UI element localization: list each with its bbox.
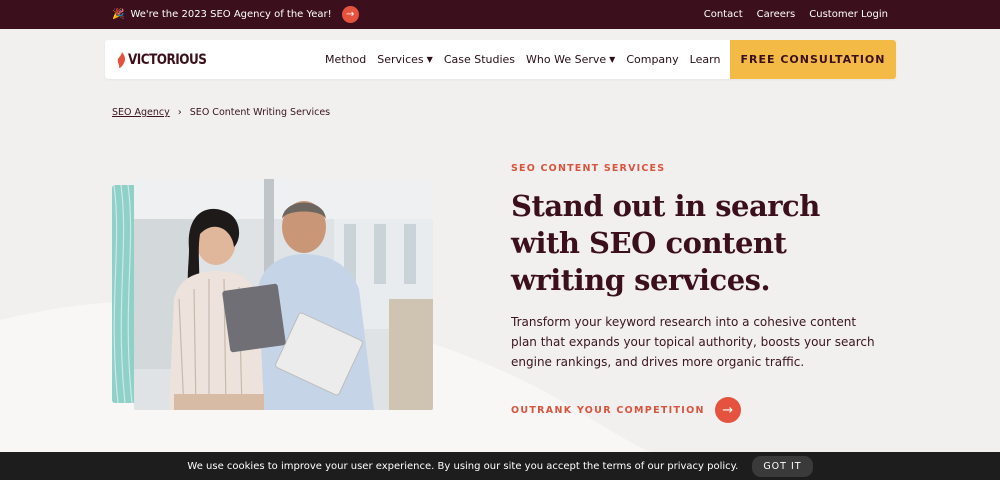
announcement[interactable]: 🎉 We're the 2023 SEO Agency of the Year!… xyxy=(112,0,359,29)
customer-login-link[interactable]: Customer Login xyxy=(809,9,888,20)
wave-pattern-icon xyxy=(113,185,133,403)
careers-link[interactable]: Careers xyxy=(757,9,796,20)
announcement-text[interactable]: We're the 2023 SEO Agency of the Year! xyxy=(130,9,331,20)
nav-item-case-studies[interactable]: Case Studies xyxy=(444,53,515,66)
announcement-bar: 🎉 We're the 2023 SEO Agency of the Year!… xyxy=(0,0,1000,29)
nav-item-label: Learn xyxy=(689,53,721,66)
flame-logo-icon xyxy=(117,51,126,68)
breadcrumb-current: SEO Content Writing Services xyxy=(189,107,331,118)
nav-item-label: Case Studies xyxy=(443,53,516,66)
breadcrumb-seo-agency-link[interactable]: SEO Agency xyxy=(112,107,170,118)
chevron-right-icon: › xyxy=(177,107,182,118)
nav-item-label: Services xyxy=(377,53,424,66)
nav-item-services[interactable]: Services ▼ xyxy=(377,53,433,66)
breadcrumb: SEO Agency › SEO Content Writing Service… xyxy=(112,107,330,118)
nav-item-label: Who We Serve xyxy=(526,53,607,66)
chevron-down-icon: ▼ xyxy=(426,55,433,64)
hero-eyebrow: SEO CONTENT SERVICES xyxy=(511,163,666,174)
logo[interactable]: VICTORIOUS xyxy=(117,40,219,79)
contact-link[interactable]: Contact xyxy=(704,9,743,20)
chevron-down-icon: ▼ xyxy=(609,55,616,64)
got-it-button[interactable]: GOT IT xyxy=(752,455,813,477)
party-popper-icon: 🎉 xyxy=(112,9,125,20)
cookie-message: We use cookies to improve your user expe… xyxy=(187,460,739,472)
arrow-right-icon[interactable]: → xyxy=(341,6,359,23)
nav-item-who-we-serve[interactable]: Who We Serve ▼ xyxy=(526,53,615,66)
nav-item-label: Method xyxy=(325,53,367,66)
outrank-competition-link[interactable]: OUTRANK YOUR COMPETITION → xyxy=(511,397,741,423)
logo-text: VICTORIOUS xyxy=(128,51,207,68)
nav-item-company[interactable]: Company xyxy=(626,53,678,66)
hero-description: Transform your keyword research into a c… xyxy=(511,315,875,369)
main-navigation: VICTORIOUS Method Services ▼ Case Studie… xyxy=(105,40,896,79)
decorative-teal-strip xyxy=(112,185,136,403)
nav-item-method[interactable]: Method xyxy=(325,53,366,66)
cookie-banner: We use cookies to improve your user expe… xyxy=(0,452,1000,480)
utility-links: Contact Careers Customer Login xyxy=(704,0,888,29)
hero-headline: Stand out in search with SEO content wri… xyxy=(511,189,820,297)
nav-item-label: Company xyxy=(626,53,679,66)
nav-menu: Method Services ▼ Case Studies Who We Se… xyxy=(325,40,720,79)
arrow-right-icon[interactable]: → xyxy=(714,397,741,423)
nav-item-learn[interactable]: Learn xyxy=(690,53,721,66)
hero-photo xyxy=(134,179,433,410)
free-consultation-button[interactable]: FREE CONSULTATION xyxy=(730,40,896,79)
outrank-competition-label[interactable]: OUTRANK YOUR COMPETITION xyxy=(511,405,705,416)
